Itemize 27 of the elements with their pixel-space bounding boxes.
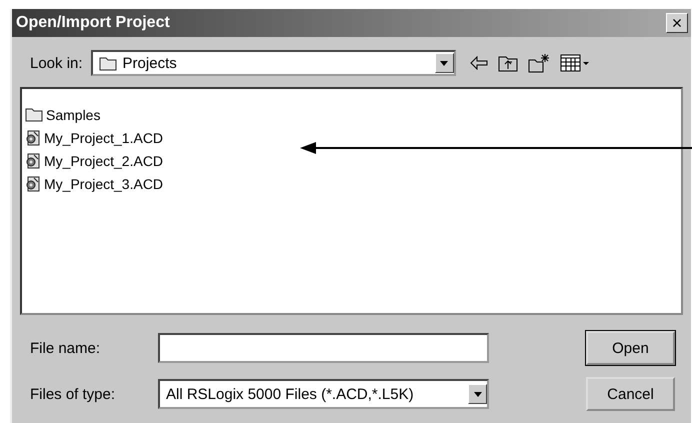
file-list-item[interactable]: Samples — [25, 103, 100, 126]
file-name-field[interactable] — [158, 333, 489, 363]
back-icon[interactable] — [470, 56, 488, 70]
folder-icon — [25, 107, 43, 122]
folder-icon — [98, 56, 117, 70]
window-title: Open/Import Project — [16, 14, 170, 32]
close-button[interactable]: × — [666, 13, 688, 33]
gear-document-icon — [25, 152, 41, 168]
file-list-item[interactable]: My_Project_2.ACD — [25, 149, 164, 172]
caret-icon — [440, 60, 448, 66]
open-button[interactable]: Open — [586, 331, 675, 365]
gear-document-icon — [25, 130, 41, 146]
cancel-button[interactable]: Cancel — [586, 377, 675, 411]
gear-document-icon — [25, 176, 41, 192]
dropdown-button[interactable] — [468, 384, 487, 404]
file-name-label: File name: — [30, 340, 102, 356]
files-of-type-dropdown[interactable]: All RSLogix 5000 Files (*.ACD,*.L5K) — [158, 379, 489, 409]
look-in-label: Look in: — [30, 54, 83, 72]
new-folder-icon[interactable] — [528, 53, 550, 73]
caret-icon — [474, 392, 482, 396]
up-folder-icon[interactable] — [498, 54, 518, 72]
files-of-type-label: Files of type: — [30, 386, 116, 402]
file-list-item[interactable]: My_Project_1.ACD — [25, 126, 164, 149]
view-menu-icon[interactable] — [560, 54, 590, 72]
look-in-dropdown[interactable]: Projects — [90, 50, 456, 76]
dropdown-button[interactable] — [434, 53, 454, 73]
file-list-item[interactable]: My_Project_3.ACD — [25, 172, 164, 195]
